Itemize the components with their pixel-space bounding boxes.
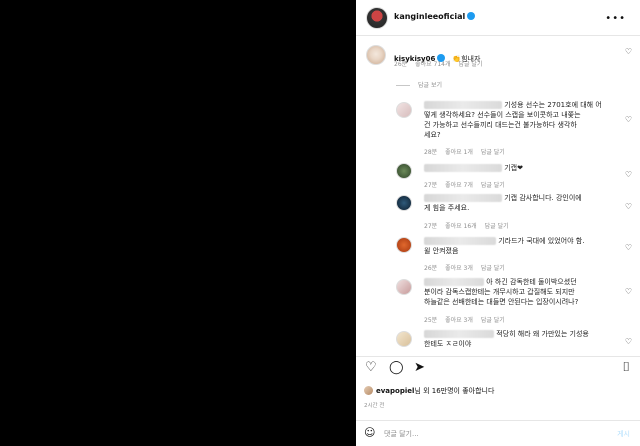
caption-likes[interactable]: 좋아요 714개 [415, 61, 450, 68]
like-icon[interactable]: ♡ [625, 115, 632, 124]
liker-username[interactable]: evapopiel [376, 387, 414, 395]
reply-avatar[interactable] [396, 102, 412, 118]
reply-text: 기캡 감사합니다. 강인이에 게 힘을 주세요. [424, 194, 582, 212]
post-header: kanginleeoficial ••• [356, 0, 640, 36]
more-options-icon[interactable]: ••• [605, 13, 626, 24]
caption-meta: 26분 좋아요 714개 답글 달기 [394, 59, 482, 68]
redacted-username [424, 164, 502, 172]
view-replies-button[interactable]: 답글 보기 [396, 80, 442, 89]
redacted-username [424, 278, 484, 286]
divider [396, 85, 410, 86]
like-icon[interactable]: ♡ [625, 202, 632, 211]
redacted-username [424, 101, 502, 109]
like-icon[interactable]: ♡ [625, 337, 632, 346]
liker-avatar[interactable] [364, 386, 373, 395]
redacted-username [424, 330, 494, 338]
reply-meta: 27분 좋아요 16개 답글 달기 [424, 223, 509, 230]
reply-meta: 25분 좋아요 3개 답글 달기 [424, 317, 505, 324]
heart-icon[interactable]: ♡ [365, 360, 377, 375]
viewer-backdrop: kanginleeoficial ••• kisykisy06 👏힘내자 ♡ 2… [0, 0, 640, 446]
post-comments-panel: kanginleeoficial ••• kisykisy06 👏힘내자 ♡ 2… [356, 0, 640, 446]
likes-count-text: 님 외 16만명이 좋아합니다 [414, 387, 495, 395]
likes-summary[interactable]: evapopiel님 외 16만명이 좋아합니다 [376, 386, 494, 396]
verified-icon [467, 12, 476, 20]
reply-avatar[interactable] [396, 195, 412, 211]
reply-meta: 26분 좋아요 3개 답글 달기 [424, 265, 505, 272]
comment-composer: ☺ 댓글 달기... 게시 [356, 420, 640, 446]
reply-text: 기성용 선수는 2701호에 대해 어 떻게 생각하세요? 선수들이 스캡을 보… [424, 101, 602, 139]
redacted-username [424, 237, 496, 245]
author-avatar[interactable] [366, 7, 388, 29]
post-button[interactable]: 게시 [617, 429, 630, 439]
redacted-username [424, 194, 502, 202]
caption-time: 26분 [394, 61, 408, 68]
like-icon[interactable]: ♡ [625, 287, 632, 296]
bookmark-icon[interactable]: ⌷ [622, 360, 630, 375]
reply-meta: 28분 좋아요 1개 답글 달기 [424, 149, 505, 156]
comment-icon[interactable]: ◯ [389, 360, 404, 375]
like-icon[interactable]: ♡ [625, 47, 632, 56]
reply-text: 적당히 해라 왜 가만있는 기성용 한테도 ㅈㄹ이야 [424, 330, 589, 348]
reply-meta: 27분 좋아요 7개 답글 달기 [424, 182, 505, 189]
reply-text: 아 하긴 감독한테 둘이박으셨던 분이라 감독스캡한테는 개무시하고 갑질해도 … [424, 278, 579, 306]
author-username[interactable]: kanginleeoficial [394, 12, 465, 21]
comments-list[interactable]: kisykisy06 👏힘내자 ♡ 26분 좋아요 714개 답글 달기 답글 … [356, 37, 640, 355]
post-actions: ♡ ◯ ➤ ⌷ evapopiel님 외 16만명이 좋아합니다 2시간 전 [356, 356, 640, 426]
caption-avatar[interactable] [366, 45, 386, 65]
reply-avatar[interactable] [396, 279, 412, 295]
reply-avatar[interactable] [396, 237, 412, 253]
comment-input[interactable]: 댓글 달기... [384, 429, 419, 439]
like-icon[interactable]: ♡ [625, 243, 632, 252]
like-icon[interactable]: ♡ [625, 170, 632, 179]
post-timestamp: 2시간 전 [364, 403, 385, 409]
reply-avatar[interactable] [396, 163, 412, 179]
reply-avatar[interactable] [396, 331, 412, 347]
reply-text: 기라드가 국대에 있었어야 함. 윌 안켜졌음 [424, 237, 585, 255]
emoji-icon[interactable]: ☺ [364, 426, 375, 439]
reply-text: 기캡❤ [424, 163, 634, 173]
share-icon[interactable]: ➤ [414, 360, 425, 375]
reply-button[interactable]: 답글 달기 [458, 61, 482, 68]
